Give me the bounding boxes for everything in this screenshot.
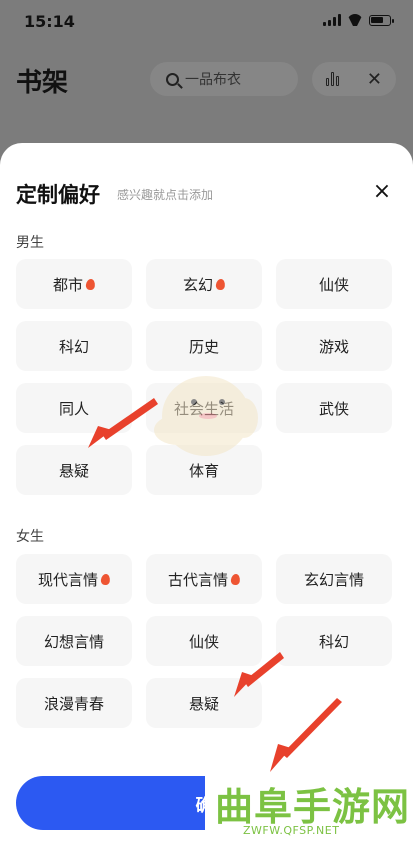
bookshelf-title: 书架	[16, 68, 69, 98]
genre-chip[interactable]: 同人	[16, 383, 132, 433]
genre-chip[interactable]: 浪漫青春	[16, 678, 132, 728]
signal-icon	[323, 14, 341, 26]
status-bar: 15:14	[0, 0, 413, 40]
hot-icon	[230, 572, 241, 586]
hot-icon	[215, 277, 226, 291]
genre-label: 历史	[188, 337, 219, 356]
genre-label: 仙侠	[318, 275, 349, 294]
hot-icon	[85, 277, 96, 291]
genre-chip[interactable]: 仙侠	[146, 616, 262, 666]
male-genre-grid: 都市 玄幻 仙侠 科幻 历史 游戏 同人 社会生活 武侠 悬疑 体育	[16, 259, 392, 495]
genre-label: 社会生活	[173, 399, 234, 418]
male-section-label: 男生	[16, 235, 44, 251]
female-genre-grid: 现代言情 古代言情 玄幻言情 幻想言情 仙侠 科幻 浪漫青春 悬疑	[16, 554, 392, 728]
genre-chip[interactable]: 历史	[146, 321, 262, 371]
genre-label: 体育	[188, 461, 219, 480]
genre-label: 科幻	[58, 337, 89, 356]
search-icon	[166, 72, 179, 86]
close-icon[interactable]: ✕	[367, 69, 382, 90]
status-time: 15:14	[24, 12, 75, 31]
hot-icon	[100, 572, 111, 586]
watermark: 曲阜手游网 ZWFW.QFSP.NET	[205, 772, 413, 843]
genre-chip[interactable]: 体育	[146, 445, 262, 495]
genre-label: 悬疑	[58, 461, 89, 480]
genre-label: 游戏	[318, 337, 349, 356]
battery-icon	[369, 14, 394, 26]
ranking-icon[interactable]	[325, 72, 339, 86]
genre-chip[interactable]: 都市	[16, 259, 132, 309]
watermark-url: ZWFW.QFSP.NET	[243, 824, 340, 837]
genre-label: 玄幻言情	[303, 570, 364, 589]
genre-chip[interactable]: 悬疑	[146, 678, 262, 728]
genre-chip[interactable]: 武侠	[276, 383, 392, 433]
wifi-icon	[347, 14, 363, 26]
status-icons	[323, 14, 394, 26]
genre-chip[interactable]: 玄幻言情	[276, 554, 392, 604]
genre-label: 同人	[58, 399, 89, 418]
search-placeholder: 一品布衣	[185, 72, 241, 88]
close-icon: ×	[372, 179, 392, 204]
genre-label: 现代言情	[37, 570, 98, 589]
search-bar[interactable]: 一品布衣	[150, 62, 298, 96]
genre-label: 玄幻	[182, 275, 213, 294]
sheet-subtitle: 感兴趣就点击添加	[117, 188, 214, 202]
female-section-label: 女生	[16, 529, 44, 545]
genre-label: 科幻	[318, 632, 349, 651]
genre-label: 都市	[52, 275, 83, 294]
sheet-title: 定制偏好	[16, 183, 100, 207]
genre-chip[interactable]: 古代言情	[146, 554, 262, 604]
genre-chip[interactable]: 玄幻	[146, 259, 262, 309]
genre-label: 武侠	[318, 399, 349, 418]
genre-label: 古代言情	[167, 570, 228, 589]
genre-chip[interactable]: 仙侠	[276, 259, 392, 309]
genre-label: 幻想言情	[43, 632, 104, 651]
genre-label: 仙侠	[188, 632, 219, 651]
genre-label: 悬疑	[188, 694, 219, 713]
preference-sheet: 定制偏好 感兴趣就点击添加 × 男生 都市 玄幻 仙侠 科幻 历史 游戏 同人 …	[0, 143, 413, 843]
genre-label: 浪漫青春	[43, 694, 104, 713]
genre-chip[interactable]: 悬疑	[16, 445, 132, 495]
genre-chip[interactable]: 科幻	[276, 616, 392, 666]
toolbar-pill: ✕	[312, 62, 396, 96]
genre-chip[interactable]: 科幻	[16, 321, 132, 371]
genre-chip[interactable]: 社会生活	[146, 383, 262, 433]
genre-chip[interactable]: 现代言情	[16, 554, 132, 604]
genre-chip[interactable]: 幻想言情	[16, 616, 132, 666]
genre-chip[interactable]: 游戏	[276, 321, 392, 371]
watermark-title: 曲阜手游网	[215, 785, 411, 829]
close-button[interactable]: ×	[371, 181, 393, 203]
